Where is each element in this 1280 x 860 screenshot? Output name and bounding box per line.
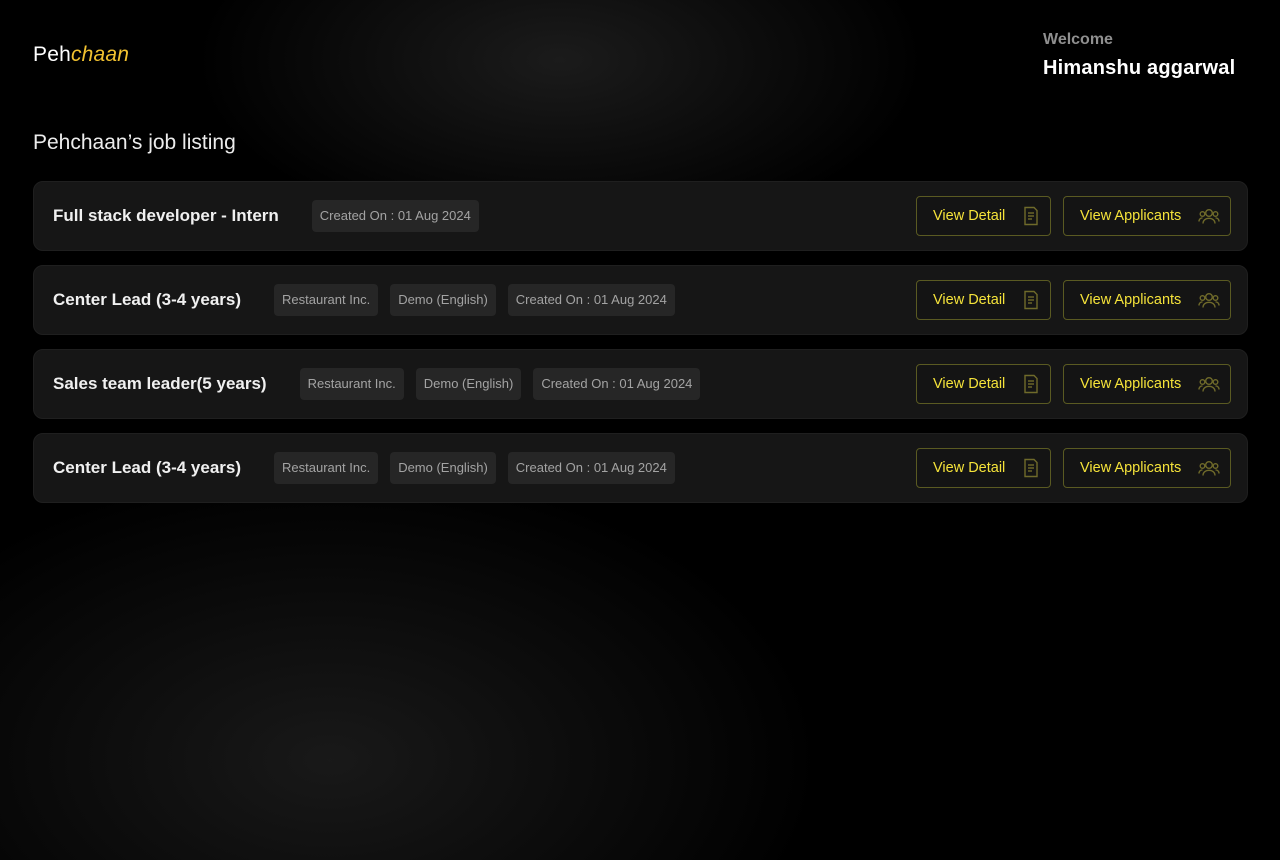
job-tag: Demo (English) <box>390 452 496 484</box>
view-applicants-label: View Applicants <box>1080 208 1182 224</box>
view-applicants-button[interactable]: View Applicants <box>1063 280 1231 320</box>
job-tag: Created On : 01 Aug 2024 <box>507 284 675 316</box>
users-icon <box>1198 375 1220 393</box>
view-applicants-button[interactable]: View Applicants <box>1063 448 1231 488</box>
document-icon <box>1022 374 1040 394</box>
job-tag: Created On : 01 Aug 2024 <box>311 200 479 232</box>
job-tag: Created On : 01 Aug 2024 <box>507 452 675 484</box>
job-card: Sales team leader(5 years) Restaurant Inc… <box>33 349 1248 419</box>
brand-logo[interactable]: Pehchaan <box>33 43 129 67</box>
job-tag: Demo (English) <box>390 284 496 316</box>
document-icon <box>1022 290 1040 310</box>
page-title: Pehchaan’s job listing <box>33 131 236 154</box>
job-title: Full stack developer - Intern <box>53 206 279 225</box>
job-tag: Created On : 01 Aug 2024 <box>533 368 701 400</box>
job-list: Full stack developer - Intern Created On … <box>33 181 1248 517</box>
users-icon <box>1198 291 1220 309</box>
brand-accent: chaan <box>70 43 130 66</box>
view-applicants-label: View Applicants <box>1080 376 1182 392</box>
view-detail-label: View Detail <box>933 208 1006 224</box>
view-detail-button[interactable]: View Detail <box>916 280 1051 320</box>
job-tag: Restaurant Inc. <box>274 452 379 484</box>
view-detail-button[interactable]: View Detail <box>916 364 1051 404</box>
job-title: Sales team leader(5 years) <box>53 374 267 393</box>
users-icon <box>1198 207 1220 225</box>
view-detail-button[interactable]: View Detail <box>916 448 1051 488</box>
job-card: Center Lead (3-4 years) Restaurant Inc. De… <box>33 433 1248 503</box>
job-tag: Demo (English) <box>415 368 522 400</box>
document-icon <box>1022 206 1040 226</box>
job-tag: Restaurant Inc. <box>299 368 404 400</box>
view-applicants-button[interactable]: View Applicants <box>1063 196 1231 236</box>
view-applicants-button[interactable]: View Applicants <box>1063 364 1231 404</box>
document-icon <box>1022 458 1040 478</box>
job-tag: Restaurant Inc. <box>274 284 379 316</box>
user-name: Himanshu aggarwal <box>1043 57 1236 79</box>
job-card: Full stack developer - Intern Created On … <box>33 181 1248 251</box>
view-applicants-label: View Applicants <box>1080 460 1182 476</box>
job-title: Center Lead (3-4 years) <box>53 458 242 477</box>
view-applicants-label: View Applicants <box>1080 292 1182 308</box>
view-detail-label: View Detail <box>933 376 1006 392</box>
view-detail-label: View Detail <box>933 460 1006 476</box>
view-detail-button[interactable]: View Detail <box>916 196 1051 236</box>
user-greeting: Welcome Himanshu aggarwal <box>1043 31 1263 80</box>
page: Pehchaan Welcome Himanshu aggarwal Pehch… <box>0 0 1280 860</box>
job-card: Center Lead (3-4 years) Restaurant Inc. De… <box>33 265 1248 335</box>
brand-prefix: Peh <box>33 43 71 66</box>
welcome-label: Welcome <box>1043 31 1113 48</box>
users-icon <box>1198 459 1220 477</box>
job-title: Center Lead (3-4 years) <box>53 290 242 309</box>
view-detail-label: View Detail <box>933 292 1006 308</box>
